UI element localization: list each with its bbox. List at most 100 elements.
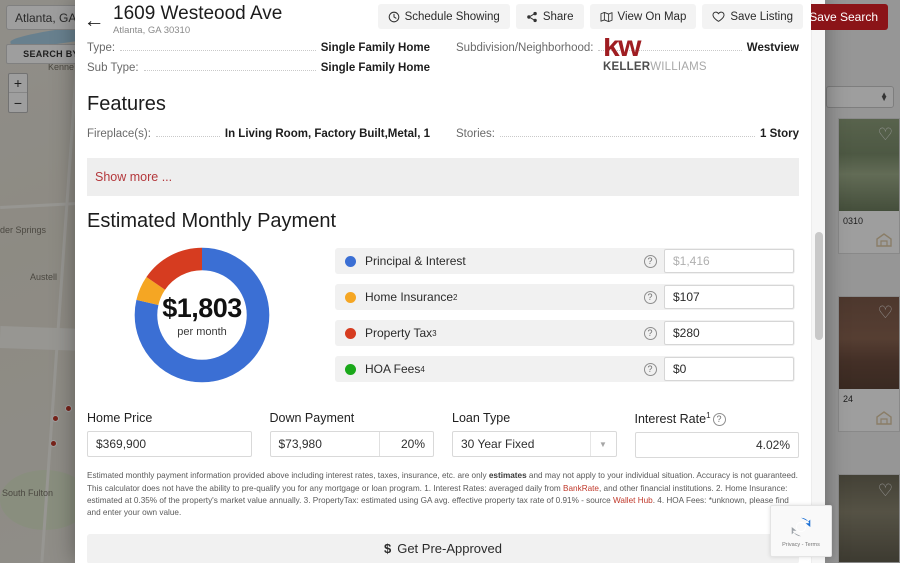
legend-dot-cell <box>335 248 365 274</box>
interest-rate-input[interactable]: 4.02% <box>634 432 799 459</box>
recaptcha-privacy-terms[interactable]: Privacy - Terms <box>782 542 820 548</box>
schedule-showing-button[interactable]: Schedule Showing <box>377 4 510 29</box>
dot-leader <box>155 135 220 137</box>
modal-body: Type: Single Family Home Sub Type: Singl… <box>75 32 811 563</box>
save-listing-button[interactable]: Save Listing <box>702 4 803 29</box>
save-search-button[interactable]: Save Search <box>799 4 888 30</box>
detail-value: In Living Room, Factory Built,Metal, 1 <box>224 127 430 140</box>
modal-scrollbar[interactable] <box>811 0 825 563</box>
dot-leader <box>120 50 316 51</box>
help-icon[interactable]: ? <box>643 254 657 268</box>
modal-scroll-content: ← 1609 Westeood Ave Atlanta, GA 30310 Sc… <box>75 0 811 563</box>
disclaimer-part-1: Estimated monthly payment information pr… <box>87 471 489 481</box>
interest-rate-label-text: Interest Rate <box>634 412 707 427</box>
donut-center-label: $1,803 per month <box>128 241 276 389</box>
keller-williams-logo: kw KELLERWILLIAMS <box>603 32 713 73</box>
principal-interest-input[interactable] <box>664 249 794 274</box>
calculator-top: $1,803 per month Principal & Interest ? … <box>87 241 799 389</box>
recaptcha-icon <box>791 517 811 537</box>
calculator-fields: Home Price $369,900 Down Payment $73,980… <box>75 389 811 459</box>
address-subtitle: Atlanta, GA 30310 <box>113 25 191 37</box>
breakdown-label-text: Property Tax <box>365 326 433 341</box>
detail-row-sub-type: Sub Type: Single Family Home <box>87 58 430 78</box>
share-label: Share <box>542 10 574 23</box>
down-payment-group: $73,980 20% <box>269 431 434 458</box>
back-arrow-icon[interactable]: ← <box>75 2 113 31</box>
kw-williams: WILLIAMS <box>650 60 707 73</box>
view-on-map-button[interactable]: View On Map <box>589 4 697 29</box>
property-tax-input[interactable] <box>664 321 794 346</box>
hoa-fees-input[interactable] <box>664 357 794 382</box>
detail-key: Type: <box>87 42 116 54</box>
detail-key: Sub Type: <box>87 62 139 75</box>
show-more-link[interactable]: Show more ... <box>87 158 799 197</box>
interest-rate-label: Interest Rate1? <box>634 411 800 427</box>
help-cell[interactable]: ? <box>636 356 664 382</box>
monthly-total-unit: per month <box>177 325 227 338</box>
detail-value: Westview <box>746 42 799 54</box>
breakdown-label: Home Insurance 2 <box>365 284 636 310</box>
detail-key: Subdivision/Neighborhood: <box>456 42 594 54</box>
help-icon[interactable]: ? <box>643 362 657 376</box>
home-price-label: Home Price <box>87 411 153 426</box>
down-payment-label: Down Payment <box>269 411 355 426</box>
footnote-marker: 1 <box>706 411 711 421</box>
legend-dot-cell <box>335 356 365 382</box>
loan-type-value: 30 Year Fixed <box>461 437 535 452</box>
features-heading: Features <box>87 92 166 115</box>
estimated-payment-heading: Estimated Monthly Payment <box>87 210 336 233</box>
features-column-right: Stories: 1 Story <box>456 124 799 144</box>
help-cell[interactable]: ? <box>636 248 664 274</box>
chevron-down-icon[interactable]: ▼ <box>589 432 616 457</box>
listing-detail-modal: ← 1609 Westeood Ave Atlanta, GA 30310 Sc… <box>75 0 825 563</box>
breakdown-row-principal-interest: Principal & Interest ? <box>335 248 795 275</box>
calculator-disclaimer: Estimated monthly payment information pr… <box>75 458 811 519</box>
legend-dot-cell <box>335 284 365 310</box>
loan-type-select[interactable]: 30 Year Fixed ▼ <box>452 431 617 458</box>
breakdown-label: HOA Fees 4 <box>365 356 636 382</box>
payment-breakdown-list: Principal & Interest ? $1,416 Home Insur… <box>335 248 799 383</box>
dollar-icon: $ <box>383 541 392 557</box>
mortgage-calculator: $1,803 per month Principal & Interest ? … <box>75 241 811 389</box>
field-down-payment: Down Payment $73,980 20% <box>269 411 434 458</box>
legend-dot-cell <box>335 320 365 346</box>
wallet-hub-link[interactable]: Wallet Hub <box>613 496 653 505</box>
breakdown-label-text: HOA Fees <box>365 362 421 377</box>
help-icon[interactable]: ? <box>712 413 726 427</box>
recaptcha-badge[interactable]: Privacy - Terms <box>770 505 832 557</box>
disclaimer-emphasis: estimates <box>488 471 527 481</box>
breakdown-label-text: Home Insurance <box>365 290 454 305</box>
breakdown-row-property-tax: Property Tax 3 ? <box>335 320 795 347</box>
view-on-map-label: View On Map <box>617 10 687 23</box>
footnote-marker: 2 <box>453 292 458 302</box>
detail-value: Single Family Home <box>320 42 430 54</box>
share-icon <box>527 11 537 22</box>
detail-key: Stories: <box>456 127 495 140</box>
help-cell[interactable]: ? <box>636 320 664 346</box>
detail-row-fireplace: Fireplace(s): In Living Room, Factory Bu… <box>87 124 430 144</box>
breakdown-row-hoa-fees: HOA Fees 4 ? <box>335 356 795 383</box>
monthly-total: $1,803 <box>162 292 242 323</box>
legend-dot-icon <box>344 255 356 267</box>
bankrate-link[interactable]: BankRate <box>563 484 599 493</box>
get-pre-approved-button[interactable]: $ Get Pre-Approved <box>87 533 799 563</box>
modal-scrollbar-thumb[interactable] <box>815 232 823 340</box>
breakdown-label: Property Tax 3 <box>365 320 636 346</box>
detail-row-stories: Stories: 1 Story <box>456 124 799 144</box>
share-button[interactable]: Share <box>515 4 584 29</box>
detail-value: Single Family Home <box>320 62 430 75</box>
home-insurance-input[interactable] <box>664 285 794 310</box>
modal-header: ← 1609 Westeood Ave Atlanta, GA 30310 Sc… <box>75 0 811 38</box>
legend-dot-icon <box>344 291 356 303</box>
home-price-input[interactable]: $369,900 <box>87 431 252 458</box>
down-payment-amount-input[interactable]: $73,980 <box>271 432 380 456</box>
heart-icon <box>712 11 725 22</box>
field-interest-rate: Interest Rate1? 4.02% <box>634 411 800 459</box>
kw-keller: KELLER <box>603 60 651 73</box>
help-cell[interactable]: ? <box>636 284 664 310</box>
help-icon[interactable]: ? <box>643 290 657 304</box>
down-payment-percent-input[interactable]: 20% <box>379 432 433 457</box>
detail-row-type: Type: Single Family Home <box>87 38 430 58</box>
details-column-left: Type: Single Family Home Sub Type: Singl… <box>87 38 430 79</box>
help-icon[interactable]: ? <box>643 326 657 340</box>
